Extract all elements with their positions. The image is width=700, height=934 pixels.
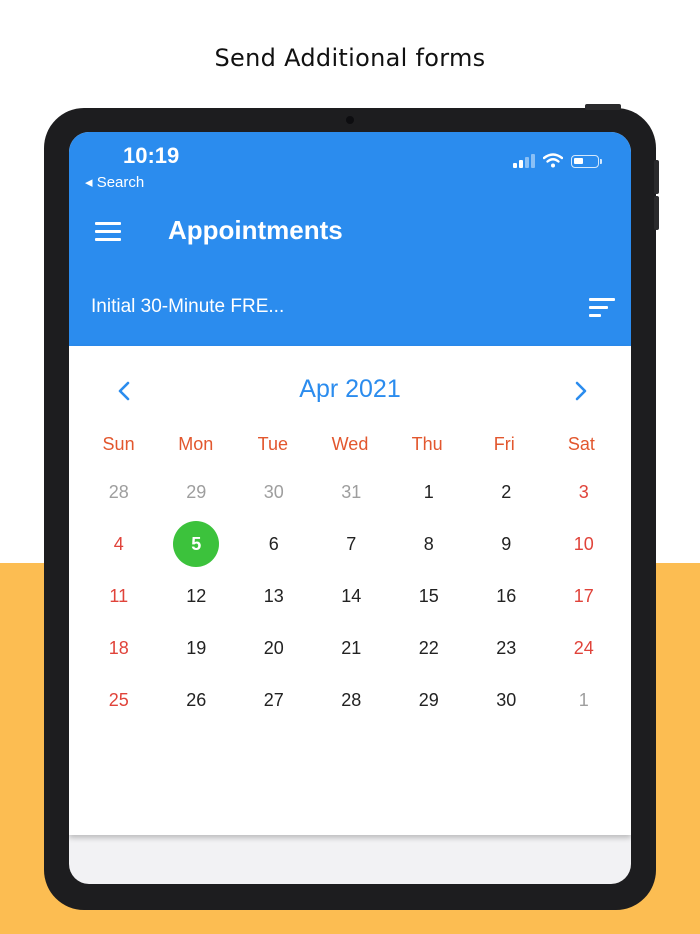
calendar-day-adjacent[interactable]: 1 (545, 674, 623, 726)
calendar-day-adjacent[interactable]: 30 (235, 466, 313, 518)
calendar-day[interactable]: 7 (313, 518, 391, 570)
power-button (585, 104, 621, 110)
calendar-day[interactable]: 6 (235, 518, 313, 570)
weekday-header-row: Sun Mon Tue Wed Thu Fri Sat (80, 434, 620, 455)
status-time: 10:19 (123, 143, 180, 168)
calendar-day[interactable]: 23 (468, 622, 546, 674)
battery-icon (571, 155, 602, 168)
calendar-day[interactable]: 27 (235, 674, 313, 726)
calendar-day-weekend[interactable]: 25 (80, 674, 158, 726)
wifi-icon (543, 153, 563, 168)
chevron-right-icon[interactable] (566, 376, 596, 406)
calendar-day-selected[interactable]: 5 (158, 518, 236, 570)
sort-filter-icon[interactable] (589, 298, 615, 318)
calendar-day[interactable]: 9 (468, 518, 546, 570)
calendar-day-adjacent[interactable]: 29 (158, 466, 236, 518)
calendar-day[interactable]: 2 (468, 466, 546, 518)
page-title: Appointments (168, 215, 343, 245)
calendar-day[interactable]: 21 (313, 622, 391, 674)
weekday-label: Sat (567, 434, 595, 454)
calendar-day-weekend[interactable]: 18 (80, 622, 158, 674)
calendar-day-weekend[interactable]: 17 (545, 570, 623, 622)
calendar-day[interactable]: 20 (235, 622, 313, 674)
calendar-day[interactable]: 22 (390, 622, 468, 674)
volume-up-button (654, 160, 659, 194)
calendar-day[interactable]: 8 (390, 518, 468, 570)
calendar-day-weekend[interactable]: 24 (545, 622, 623, 674)
app-header: 10:19 ◂ Search Appointments Initial 30-M… (69, 132, 631, 346)
calendar-day[interactable]: 16 (468, 570, 546, 622)
calendar-day-weekend[interactable]: 4 (80, 518, 158, 570)
calendar-day[interactable]: 15 (390, 570, 468, 622)
promo-caption: Send Additional forms (214, 44, 486, 72)
calendar-day-adjacent[interactable]: 31 (313, 466, 391, 518)
calendar-day-weekend[interactable]: 11 (80, 570, 158, 622)
month-label: Apr 2021 (299, 375, 401, 403)
calendar-day-adjacent[interactable]: 28 (80, 466, 158, 518)
calendar-day-weekend[interactable]: 10 (545, 518, 623, 570)
calendar-day[interactable]: 1 (390, 466, 468, 518)
calendar-day[interactable]: 12 (158, 570, 236, 622)
calendar-day-weekend[interactable]: 3 (545, 466, 623, 518)
calendar-day[interactable]: 14 (313, 570, 391, 622)
weekday-label: Wed (331, 434, 369, 454)
weekday-label: Tue (257, 434, 289, 454)
calendar-grid: 28 29 30 31 1 2 3 4 5 6 7 8 9 10 11 12 1… (80, 466, 620, 726)
service-selector[interactable]: Initial 30-Minute FRE... (91, 296, 284, 318)
calendar-day[interactable]: 30 (468, 674, 546, 726)
calendar-card: Apr 2021 Sun Mon Tue Wed Thu Fri Sat 28 … (69, 346, 631, 835)
weekday-label: Fri (493, 434, 515, 454)
volume-down-button (654, 196, 659, 230)
calendar-day[interactable]: 19 (158, 622, 236, 674)
back-to-search-link[interactable]: ◂ Search (85, 173, 144, 191)
camera-icon (346, 116, 354, 124)
weekday-label: Thu (411, 434, 443, 454)
weekday-label: Mon (178, 434, 214, 454)
calendar-day[interactable]: 29 (390, 674, 468, 726)
calendar-day[interactable]: 28 (313, 674, 391, 726)
weekday-label: Sun (102, 434, 135, 454)
calendar-day[interactable]: 13 (235, 570, 313, 622)
cellular-signal-icon (513, 152, 535, 168)
calendar-day[interactable]: 26 (158, 674, 236, 726)
app-screen: 10:19 ◂ Search Appointments Initial 30-M… (69, 132, 631, 884)
status-icons (513, 152, 602, 168)
hamburger-menu-icon[interactable] (95, 222, 121, 242)
